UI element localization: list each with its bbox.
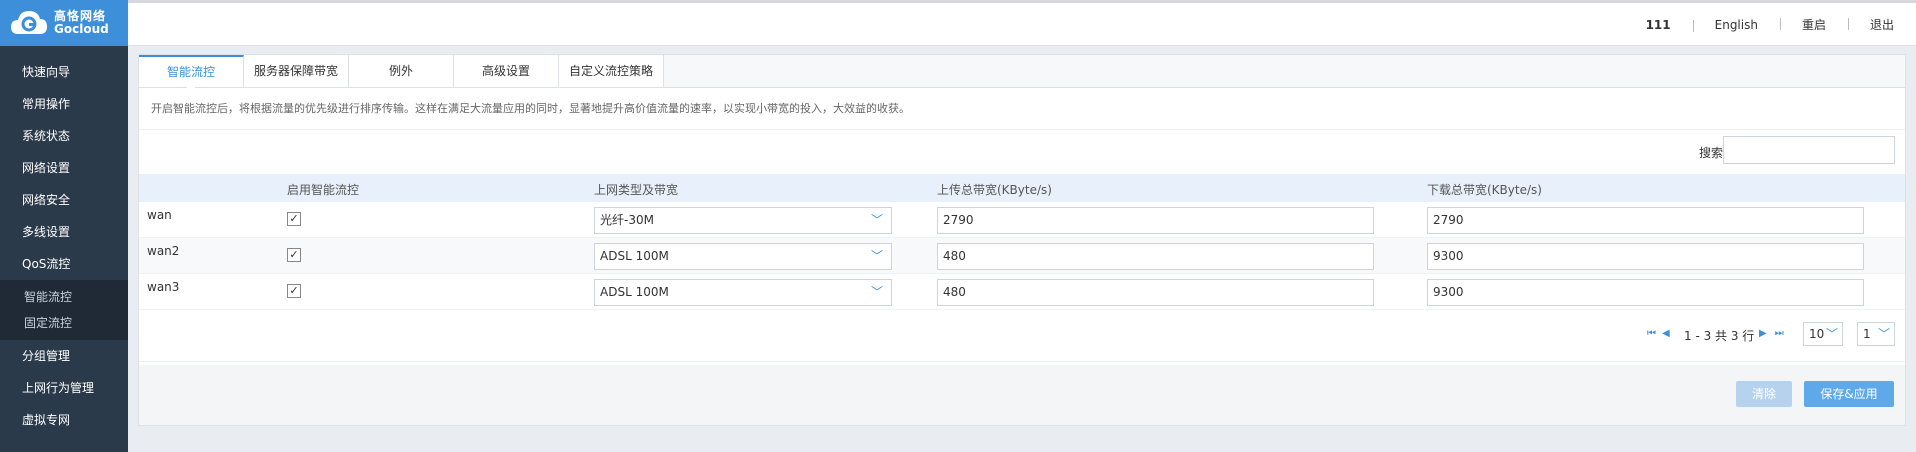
top-bar: 111 English 重启 退出 <box>128 0 1916 46</box>
sidebar-subitem-smart-flow[interactable]: 智能流控 <box>0 284 128 310</box>
save-apply-button[interactable]: 保存&应用 <box>1804 381 1894 407</box>
sidebar-item-quick-guide[interactable]: 快速向导 <box>0 56 128 88</box>
description-text: 开启智能流控后，将根据流量的优先级进行排序传输。这样在满足大流量应用的同时，显著… <box>139 88 1905 130</box>
sidebar-item-network-security[interactable]: 网络安全 <box>0 184 128 216</box>
clear-button[interactable]: 清除 <box>1736 381 1792 407</box>
language-link[interactable]: English <box>1692 18 1780 32</box>
brand-name-en: Gocloud <box>54 22 109 36</box>
sidebar-item-vpn[interactable]: 虚拟专网 <box>0 404 128 436</box>
sidebar-subitem-fixed-flow[interactable]: 固定流控 <box>0 310 128 336</box>
search-row: 搜索: <box>139 130 1905 174</box>
sidebar-item-system-status[interactable]: 系统状态 <box>0 120 128 152</box>
interface-name: wan3 <box>147 280 180 294</box>
download-input[interactable]: 9300 <box>1427 279 1864 306</box>
upload-input[interactable]: 480 <box>937 243 1374 270</box>
enable-checkbox[interactable]: ✓ <box>287 248 301 262</box>
pager-prev-group: ⏮ ◀ <box>1647 328 1670 339</box>
logo[interactable]: 高恪网络 Gocloud <box>0 0 128 46</box>
chevron-down-icon: ﹀ <box>1825 327 1838 341</box>
chevron-down-icon: ﹀ <box>870 249 883 263</box>
tab-exceptions[interactable]: 例外 <box>349 55 454 87</box>
prev-page-icon[interactable]: ◀ <box>1662 328 1670 339</box>
interface-name: wan <box>147 208 172 222</box>
cloud-logo-icon <box>10 8 48 38</box>
sidebar: 高恪网络 Gocloud 快速向导 常用操作 系统状态 网络设置 网络安全 多线… <box>0 0 128 452</box>
next-page-icon[interactable]: ▶ <box>1759 328 1767 339</box>
type-select[interactable]: ADSL 100M ﹀ <box>594 243 892 270</box>
download-input[interactable]: 2790 <box>1427 207 1864 234</box>
search-input[interactable] <box>1723 136 1895 164</box>
table-row: wan2 ✓ ADSL 100M ﹀ 480 9300 <box>139 238 1905 274</box>
tab-smart-flow[interactable]: 智能流控 <box>139 55 244 88</box>
type-select-value: ADSL 100M <box>600 249 669 263</box>
column-header-upload: 上传总带宽(KByte/s) <box>937 183 1052 197</box>
sidebar-item-qos[interactable]: QoS流控 <box>0 248 128 280</box>
table-row: wan3 ✓ ADSL 100M ﹀ 480 9300 <box>139 274 1905 310</box>
pager-next-group: ▶ ⏭ <box>1759 328 1784 339</box>
tab-server-bandwidth[interactable]: 服务器保障带宽 <box>244 55 349 87</box>
table-row: wan ✓ 光纤-30M ﹀ 2790 2790 <box>139 202 1905 238</box>
sidebar-subnav-qos: 智能流控 固定流控 <box>0 280 128 340</box>
column-header-type: 上网类型及带宽 <box>594 183 679 197</box>
interface-name: wan2 <box>147 244 180 258</box>
top-nav: 111 English 重启 退出 <box>1624 3 1916 46</box>
reboot-link[interactable]: 重启 <box>1779 16 1848 33</box>
tab-bar: 智能流控 服务器保障带宽 例外 高级设置 自定义流控策略 <box>139 55 1905 88</box>
main-panel: 智能流控 服务器保障带宽 例外 高级设置 自定义流控策略 开启智能流控后，将根据… <box>138 54 1906 426</box>
sidebar-nav: 快速向导 常用操作 系统状态 网络设置 网络安全 多线设置 QoS流控 智能流控… <box>0 56 128 436</box>
first-page-icon[interactable]: ⏮ <box>1647 328 1656 339</box>
chevron-down-icon: ﹀ <box>1877 327 1890 341</box>
page-number-value: 1 <box>1863 327 1871 341</box>
pagination: ⏮ ◀ 1 - 3 共 3 行 ▶ ⏭ 10 ﹀ 1 ﹀ <box>139 310 1905 362</box>
pager-info: 1 - 3 共 3 行 <box>1684 329 1755 343</box>
sidebar-item-behavior-management[interactable]: 上网行为管理 <box>0 372 128 404</box>
download-input[interactable]: 9300 <box>1427 243 1864 270</box>
chevron-down-icon: ﹀ <box>870 285 883 299</box>
sidebar-item-common-ops[interactable]: 常用操作 <box>0 88 128 120</box>
type-select-value: 光纤-30M <box>600 213 654 227</box>
type-select[interactable]: ADSL 100M ﹀ <box>594 279 892 306</box>
sidebar-item-group-management[interactable]: 分组管理 <box>0 340 128 372</box>
logout-link[interactable]: 退出 <box>1847 16 1916 33</box>
page-size-value: 10 <box>1809 327 1825 341</box>
action-footer: 清除 保存&应用 <box>139 365 1905 425</box>
tab-advanced[interactable]: 高级设置 <box>454 55 559 87</box>
tab-custom-policy[interactable]: 自定义流控策略 <box>559 55 664 87</box>
upload-input[interactable]: 2790 <box>937 207 1374 234</box>
page-size-select[interactable]: 10 ﹀ <box>1803 322 1843 346</box>
chevron-down-icon: ﹀ <box>870 213 883 227</box>
enable-checkbox[interactable]: ✓ <box>287 212 301 226</box>
last-page-icon[interactable]: ⏭ <box>1775 328 1784 339</box>
column-header-download: 下载总带宽(KByte/s) <box>1427 183 1542 197</box>
type-select[interactable]: 光纤-30M ﹀ <box>594 207 892 234</box>
username: 111 <box>1645 17 1671 32</box>
upload-input[interactable]: 480 <box>937 279 1374 306</box>
sidebar-item-network-settings[interactable]: 网络设置 <box>0 152 128 184</box>
column-header-enable: 启用智能流控 <box>287 183 360 197</box>
table-header: 启用智能流控 上网类型及带宽 上传总带宽(KByte/s) 下载总带宽(KByt… <box>139 174 1905 202</box>
type-select-value: ADSL 100M <box>600 285 669 299</box>
sidebar-item-multiline[interactable]: 多线设置 <box>0 216 128 248</box>
enable-checkbox[interactable]: ✓ <box>287 284 301 298</box>
page-number-select[interactable]: 1 ﹀ <box>1857 322 1895 346</box>
logo-text: 高恪网络 Gocloud <box>54 10 109 36</box>
